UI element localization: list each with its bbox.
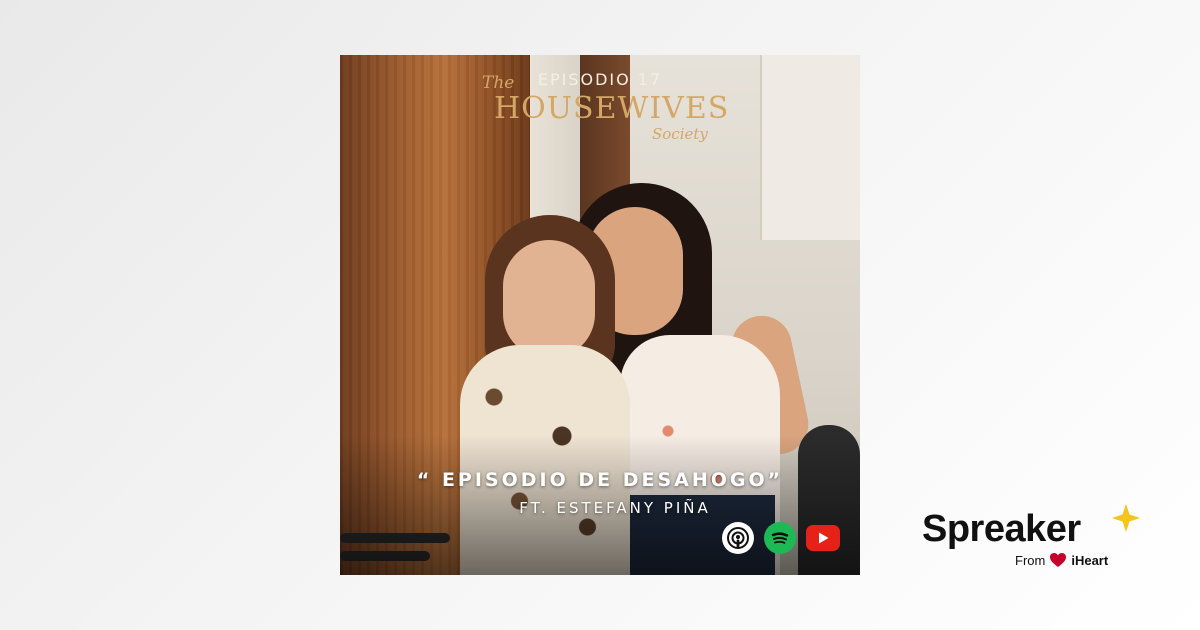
host-face — [503, 240, 595, 358]
episode-title: “ EPISODIO DE DESAHOGO” — [416, 469, 784, 491]
apple-podcasts-icon — [722, 522, 754, 554]
cabinet — [760, 95, 860, 240]
iheart-icon — [1050, 553, 1067, 567]
platform-icons — [722, 522, 840, 554]
from-label: From — [1015, 552, 1046, 568]
from-iheart: From iHeart — [1015, 552, 1108, 568]
star-icon — [1112, 504, 1140, 532]
episode-featuring: FT. ESTEFANY PIÑA — [519, 499, 711, 517]
logo-sub: Society — [652, 125, 708, 143]
spotify-icon — [764, 522, 796, 554]
podcast-cover-art: The HOUSEWIVES Society EPISODIO 17 “ EPI… — [340, 55, 860, 575]
episode-number: EPISODIO 17 — [537, 70, 663, 89]
iheart-label: iHeart — [1071, 552, 1109, 568]
spreaker-logo: Spreaker From iHeart — [922, 504, 1142, 578]
logo-main: HOUSEWIVES — [494, 91, 730, 126]
spreaker-wordmark: Spreaker — [922, 508, 1081, 550]
youtube-icon — [806, 525, 840, 551]
